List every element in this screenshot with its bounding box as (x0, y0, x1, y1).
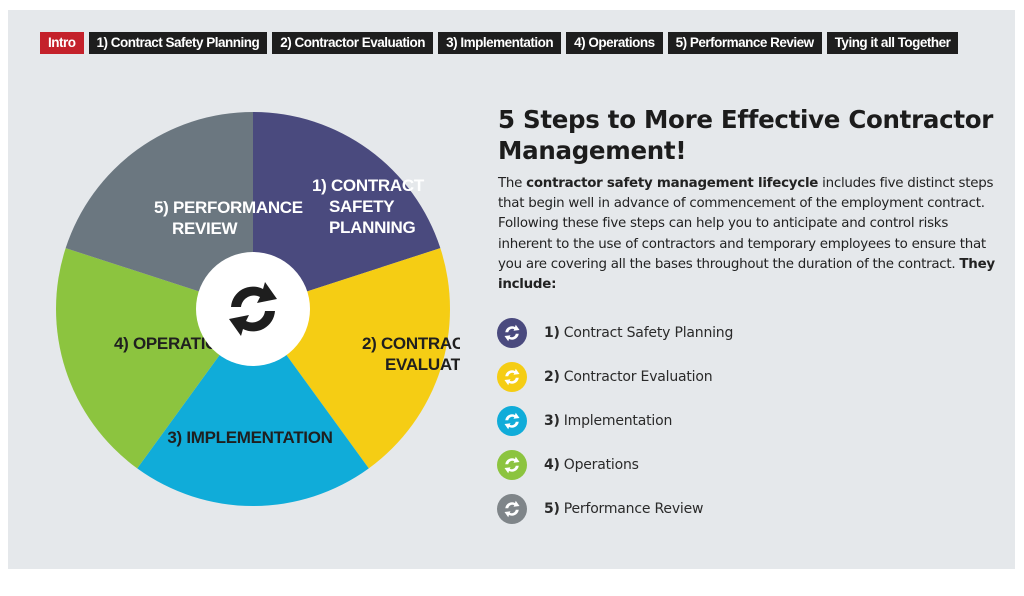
page-title: 5 Steps to More Effective Contractor Man… (498, 105, 994, 165)
step-item: 4) Operations (497, 450, 733, 480)
step-name: Contract Safety Planning (563, 325, 734, 341)
step-item: 5) Performance Review (497, 494, 733, 524)
pie-segment-label: 3) IMPLEMENTATION (167, 428, 332, 447)
step-item: 3) Implementation (497, 406, 733, 436)
pie-segment-label: REVIEW (172, 219, 239, 238)
refresh-icon (497, 406, 527, 436)
refresh-icon (497, 318, 527, 348)
pie-segment-label: 5) PERFORMANCE (154, 198, 303, 217)
step-name: Implementation (563, 413, 673, 429)
step-number: 4) (544, 457, 560, 473)
pie-segment-label: 2) CONTRACTOR (362, 334, 460, 353)
step-number: 5) (544, 501, 560, 517)
step-label: 4) Operations (544, 457, 639, 473)
tab-bar: Intro 1) Contract Safety Planning 2) Con… (40, 32, 959, 54)
step-name: Contractor Evaluation (563, 369, 713, 385)
tab-tying-it-all-together[interactable]: Tying it all Together (826, 32, 959, 54)
tab-contractor-evaluation[interactable]: 2) Contractor Evaluation (272, 32, 434, 54)
tab-contract-safety-planning[interactable]: 1) Contract Safety Planning (88, 32, 268, 54)
step-number: 2) (544, 369, 560, 385)
step-number: 3) (544, 413, 560, 429)
step-name: Performance Review (563, 501, 704, 517)
center-circle (196, 252, 310, 366)
intro-prefix: The (498, 176, 527, 191)
step-item: 1) Contract Safety Planning (497, 318, 733, 348)
lifecycle-pie-diagram: 1) CONTRACT SAFETY PLANNING 2) CONTRACTOR EV… (56, 112, 460, 507)
step-name: Operations (563, 457, 639, 473)
intro-bold-term: contractor safety management lifecycle (526, 176, 819, 191)
step-label: 2) Contractor Evaluation (544, 369, 713, 385)
tab-intro[interactable]: Intro (40, 32, 84, 54)
pie-segment-label: EVALUATION (385, 355, 460, 374)
tab-implementation[interactable]: 3) Implementation (438, 32, 562, 54)
refresh-icon (497, 450, 527, 480)
pie-segment-label: PLANNING (329, 218, 415, 237)
step-label: 3) Implementation (544, 413, 672, 429)
steps-list: 1) Contract Safety Planning 2) Contractor … (497, 318, 733, 538)
tab-performance-review[interactable]: 5) Performance Review (667, 32, 822, 54)
step-number: 1) (544, 325, 560, 341)
step-label: 1) Contract Safety Planning (544, 325, 733, 341)
step-item: 2) Contractor Evaluation (497, 362, 733, 392)
step-label: 5) Performance Review (544, 501, 703, 517)
refresh-icon (497, 494, 527, 524)
refresh-icon (497, 362, 527, 392)
pie-segment-label: 1) CONTRACT (312, 176, 425, 195)
pie-segment-label: SAFETY (329, 197, 395, 216)
tab-operations[interactable]: 4) Operations (566, 32, 663, 54)
intro-paragraph: The contractor safety management lifecyc… (498, 174, 998, 295)
